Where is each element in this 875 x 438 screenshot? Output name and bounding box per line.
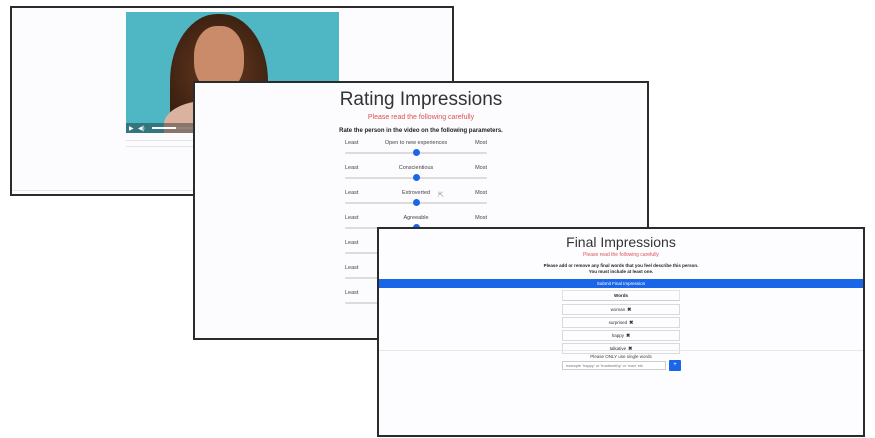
- remove-word-icon[interactable]: ✖: [628, 346, 632, 352]
- single-word-note: Please ONLY use single words: [590, 354, 652, 359]
- word-label: woman: [610, 307, 626, 312]
- page-title: Final Impressions: [566, 234, 676, 250]
- most-label: Most: [475, 215, 487, 221]
- word-row: talkative ✖: [562, 343, 680, 354]
- remove-word-icon[interactable]: ✖: [627, 307, 631, 313]
- word-row: woman ✖: [562, 304, 680, 315]
- rating-instruction: Rate the person in the video on the foll…: [339, 128, 503, 134]
- word-input[interactable]: [562, 361, 666, 370]
- least-label: Least: [345, 240, 359, 246]
- video-progress-fill: [152, 127, 176, 129]
- words-table: Words woman ✖ surprised ✖ happy ✖ talkative ✖: [562, 290, 680, 356]
- rating-row: Least Open to new experiences Most: [345, 140, 487, 160]
- most-label: Most: [475, 165, 487, 171]
- volume-icon[interactable]: ◀): [138, 125, 145, 132]
- add-word-button[interactable]: +: [669, 360, 681, 371]
- word-row: happy ✖: [562, 330, 680, 341]
- trait-label: Open to new experiences: [384, 140, 448, 146]
- slider-thumb[interactable]: [412, 149, 420, 156]
- cursor-icon: ⇱: [438, 192, 444, 199]
- submit-final-impression-button[interactable]: Submit Final Impression: [379, 279, 863, 288]
- word-label: happy: [611, 333, 625, 338]
- slider-thumb[interactable]: [412, 174, 420, 181]
- word-row: surprised ✖: [562, 317, 680, 328]
- trait-label: Agreeable: [403, 215, 429, 221]
- final-window: Final Impressions Please read the follow…: [377, 227, 865, 437]
- final-instruction: Please add or remove any final words tha…: [543, 263, 699, 268]
- least-label: Least: [345, 265, 359, 271]
- rating-row: Least Conscientious Most: [345, 165, 487, 185]
- most-label: Most: [475, 140, 487, 146]
- words-header: Words: [562, 290, 680, 301]
- page-subtitle: Please read the following carefully: [367, 114, 475, 121]
- remove-word-icon[interactable]: ✖: [629, 320, 633, 326]
- play-icon[interactable]: ▶: [129, 125, 134, 132]
- trait-label: Conscientious: [398, 165, 434, 171]
- least-label: Least: [345, 290, 359, 296]
- remove-word-icon[interactable]: ✖: [626, 333, 630, 339]
- page-title: Rating Impressions: [339, 89, 503, 110]
- most-label: Most: [475, 190, 487, 196]
- word-label: surprised: [608, 320, 628, 325]
- final-instruction-min: You must include at least one.: [588, 269, 654, 274]
- rating-row: Least Extroverted Most: [345, 190, 487, 210]
- divider: [379, 350, 863, 351]
- trait-label: Extroverted: [401, 190, 431, 196]
- slider-thumb[interactable]: [412, 199, 420, 206]
- page-subtitle: Please read the following carefully: [583, 252, 659, 258]
